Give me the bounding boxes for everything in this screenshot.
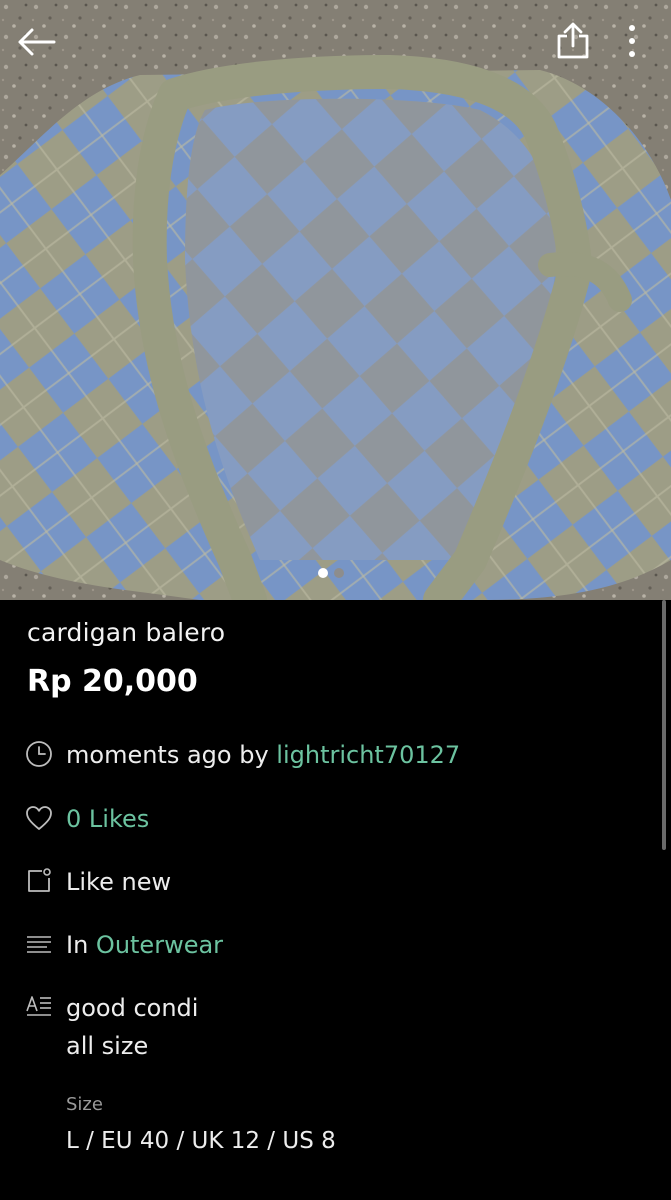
gallery-dot-1[interactable] — [318, 568, 328, 578]
text-icon — [24, 992, 54, 1022]
likes-count[interactable]: 0 Likes — [66, 803, 149, 835]
listing-photo[interactable] — [0, 0, 671, 600]
more-options-button[interactable] — [612, 16, 652, 66]
size-value: L / EU 40 / UK 12 / US 8 — [66, 1128, 336, 1154]
list-icon — [24, 929, 54, 959]
posted-time: moments ago by — [66, 741, 277, 769]
heart-icon — [24, 803, 54, 833]
tag-icon — [24, 866, 54, 896]
gallery-pagination — [318, 568, 344, 578]
size-label: Size — [66, 1094, 103, 1115]
arrow-left-icon — [18, 28, 56, 56]
more-vertical-icon — [629, 25, 635, 57]
gallery-dot-2[interactable] — [334, 568, 344, 578]
description-line-2: all size — [66, 1032, 149, 1060]
description-line-1: good condi — [66, 994, 199, 1022]
category-link[interactable]: Outerwear — [96, 931, 223, 959]
posted-info: moments ago by lightricht70127 — [24, 739, 460, 771]
listing-title: cardigan balero — [27, 618, 226, 647]
seller-link[interactable]: lightricht70127 — [276, 741, 460, 769]
clock-icon — [24, 739, 54, 769]
listing-price: Rp 20,000 — [27, 664, 198, 699]
share-icon — [557, 22, 589, 59]
category-prefix: In — [66, 931, 96, 959]
share-button[interactable] — [548, 16, 598, 66]
description-row: good condi all size — [24, 992, 198, 1065]
category-row: In Outerwear — [24, 929, 223, 961]
scrollbar[interactable] — [662, 600, 666, 850]
back-button[interactable] — [8, 18, 64, 66]
condition-value: Like new — [66, 868, 172, 896]
likes-row[interactable]: 0 Likes — [24, 803, 149, 835]
cardigan-photo — [0, 0, 671, 600]
condition-row: Like new — [24, 866, 171, 898]
